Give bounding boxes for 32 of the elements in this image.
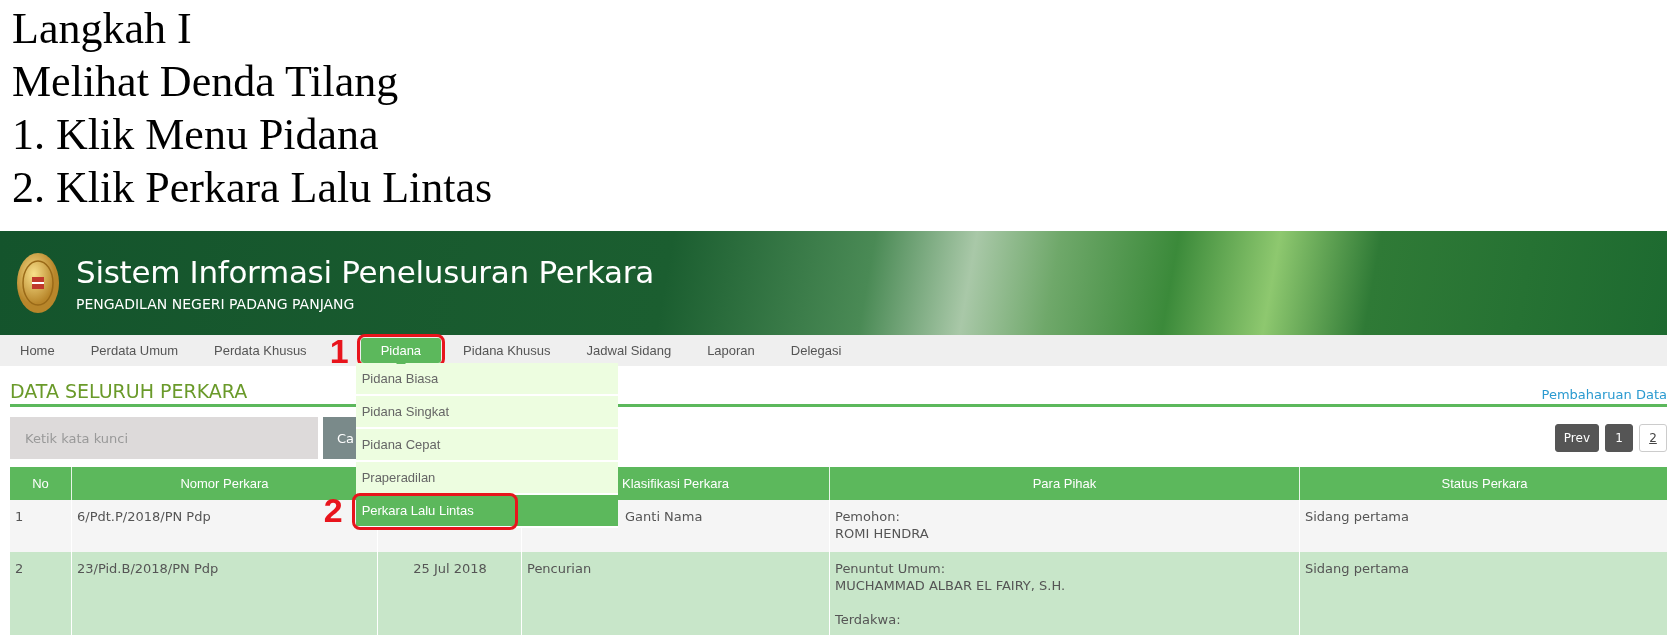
column-header: Para Pihak — [830, 467, 1300, 500]
page-title: DATA SELURUH PERKARA — [10, 380, 248, 402]
search-field[interactable]: Ketik kata kunci — [10, 417, 318, 459]
pagination-button[interactable]: 1 — [1605, 424, 1633, 452]
menu-tab[interactable]: Perdata Khusus — [196, 338, 325, 363]
menu-tab[interactable]: Perdata Umum — [72, 338, 197, 363]
table-cell: 23/Pid.B/2018/PN Pdp — [72, 552, 378, 635]
table-cell: Penuntut Umum: MUCHAMMAD ALBAR EL FAIRY, S.H. Terdakwa: — [830, 552, 1300, 635]
column-header: Status Perkara — [1300, 467, 1667, 500]
pagination-button[interactable]: 2 — [1639, 424, 1667, 452]
instruction-text: 2. Klik Perkara Lalu Lintas — [12, 162, 494, 214]
menu-tab[interactable]: Laporan — [689, 338, 773, 363]
table-cell: Pencurian — [522, 552, 830, 635]
table-cell: Pemohon: ROMI HENDRA — [830, 500, 1300, 552]
table-cell: 1 — [10, 500, 72, 552]
menu-tab[interactable]: Jadwal Sidang — [568, 338, 690, 363]
table-cell: Sidang pertama — [1300, 552, 1667, 635]
site-title: Sistem Informasi Penelusuran Perkara — [76, 254, 654, 290]
table-cell: 25 Jul 2018 — [378, 552, 522, 635]
step-number: 1 — [329, 334, 349, 368]
pagination-button[interactable]: Prev — [1554, 424, 1599, 452]
menu-tab[interactable]: Delegasi — [772, 338, 860, 363]
column-header: No — [10, 467, 72, 500]
table-cell: Sidang pertama — [1300, 500, 1667, 552]
menu-tab[interactable]: Pidana Khusus — [445, 338, 569, 363]
court-name: PENGADILAN NEGERI PADANG PANJANG — [76, 296, 356, 312]
instruction-text: Melihat Denda Tilang — [12, 56, 400, 108]
instruction-text: 1. Klik Menu Pidana — [12, 109, 380, 161]
step-number: 2 — [323, 493, 343, 527]
table-cell: 2 — [10, 552, 72, 635]
menu-tab[interactable]: Home — [2, 338, 73, 363]
instruction-text: Langkah I — [12, 3, 193, 55]
